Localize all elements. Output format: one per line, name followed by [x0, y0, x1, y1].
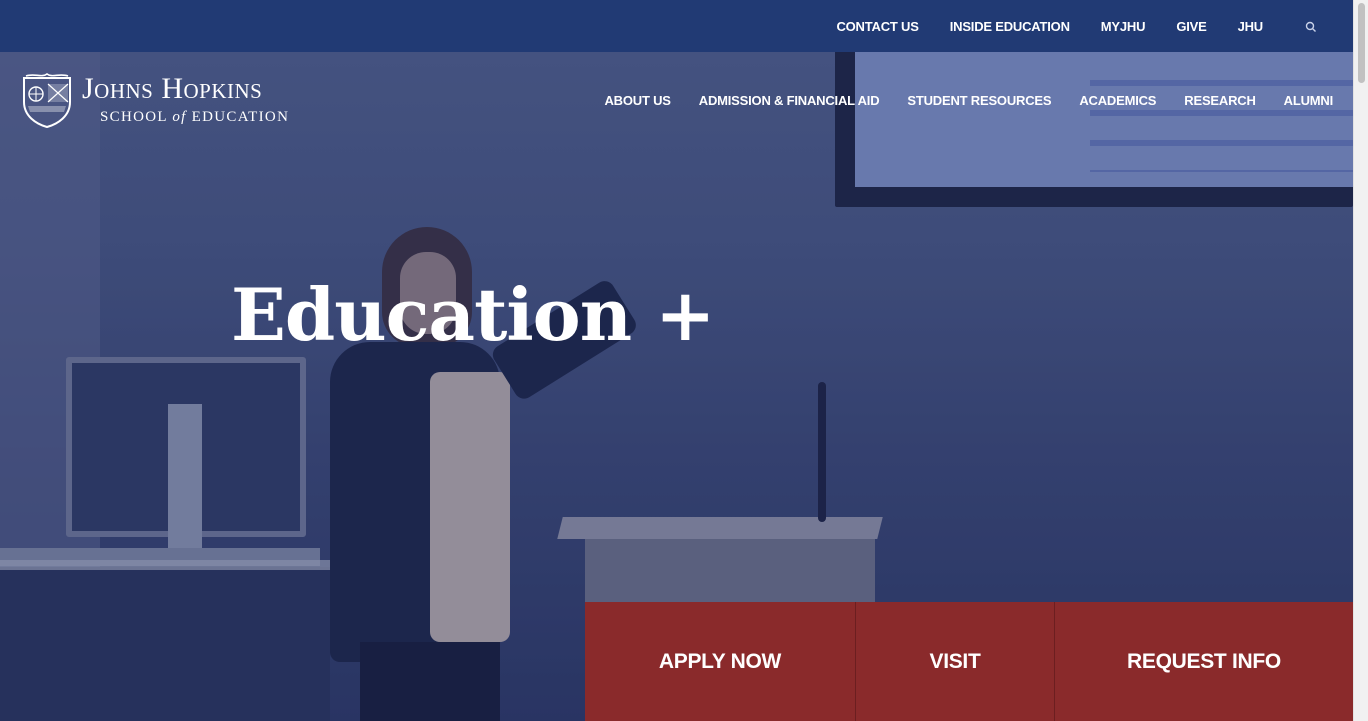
logo-text: Johns Hopkins SCHOOL of EDUCATION: [82, 72, 289, 126]
search-icon[interactable]: [1305, 20, 1317, 32]
logo-title: Johns Hopkins: [82, 72, 263, 105]
utility-bar: CONTACT US INSIDE EDUCATION MYJHU GIVE J…: [0, 0, 1353, 52]
hero-title: Education +: [231, 272, 715, 357]
shield-icon: [23, 72, 71, 128]
nav-research[interactable]: RESEARCH: [1184, 93, 1256, 108]
jhu-school-of-education-logo[interactable]: Johns Hopkins SCHOOL of EDUCATION: [20, 72, 289, 128]
visit-button[interactable]: VISIT: [856, 602, 1055, 721]
nav-about-us[interactable]: ABOUT US: [604, 93, 670, 108]
logo-subtitle-education: EDUCATION: [191, 109, 290, 125]
nav-alumni[interactable]: ALUMNI: [1284, 93, 1334, 108]
myjhu-link[interactable]: MYJHU: [1101, 19, 1146, 34]
inside-education-link[interactable]: INSIDE EDUCATION: [950, 19, 1070, 34]
nav-academics[interactable]: ACADEMICS: [1079, 93, 1156, 108]
logo-subtitle-of: of: [172, 109, 187, 125]
nav-student-resources[interactable]: STUDENT RESOURCES: [907, 93, 1051, 108]
request-info-button[interactable]: REQUEST INFO: [1055, 602, 1353, 721]
nav-admission-financial-aid[interactable]: ADMISSION & FINANCIAL AID: [699, 93, 880, 108]
contact-us-link[interactable]: CONTACT US: [836, 19, 918, 34]
apply-now-button[interactable]: APPLY NOW: [585, 602, 856, 721]
scrollbar-thumb[interactable]: [1358, 3, 1365, 83]
scrollbar[interactable]: [1353, 0, 1368, 721]
give-link[interactable]: GIVE: [1176, 19, 1206, 34]
logo-subtitle: SCHOOL of EDUCATION: [100, 109, 289, 126]
cta-bar: APPLY NOW VISIT REQUEST INFO: [585, 602, 1353, 721]
main-nav: ABOUT US ADMISSION & FINANCIAL AID STUDE…: [576, 93, 1333, 108]
jhu-link[interactable]: JHU: [1238, 19, 1264, 34]
logo-subtitle-school: SCHOOL: [100, 109, 168, 125]
